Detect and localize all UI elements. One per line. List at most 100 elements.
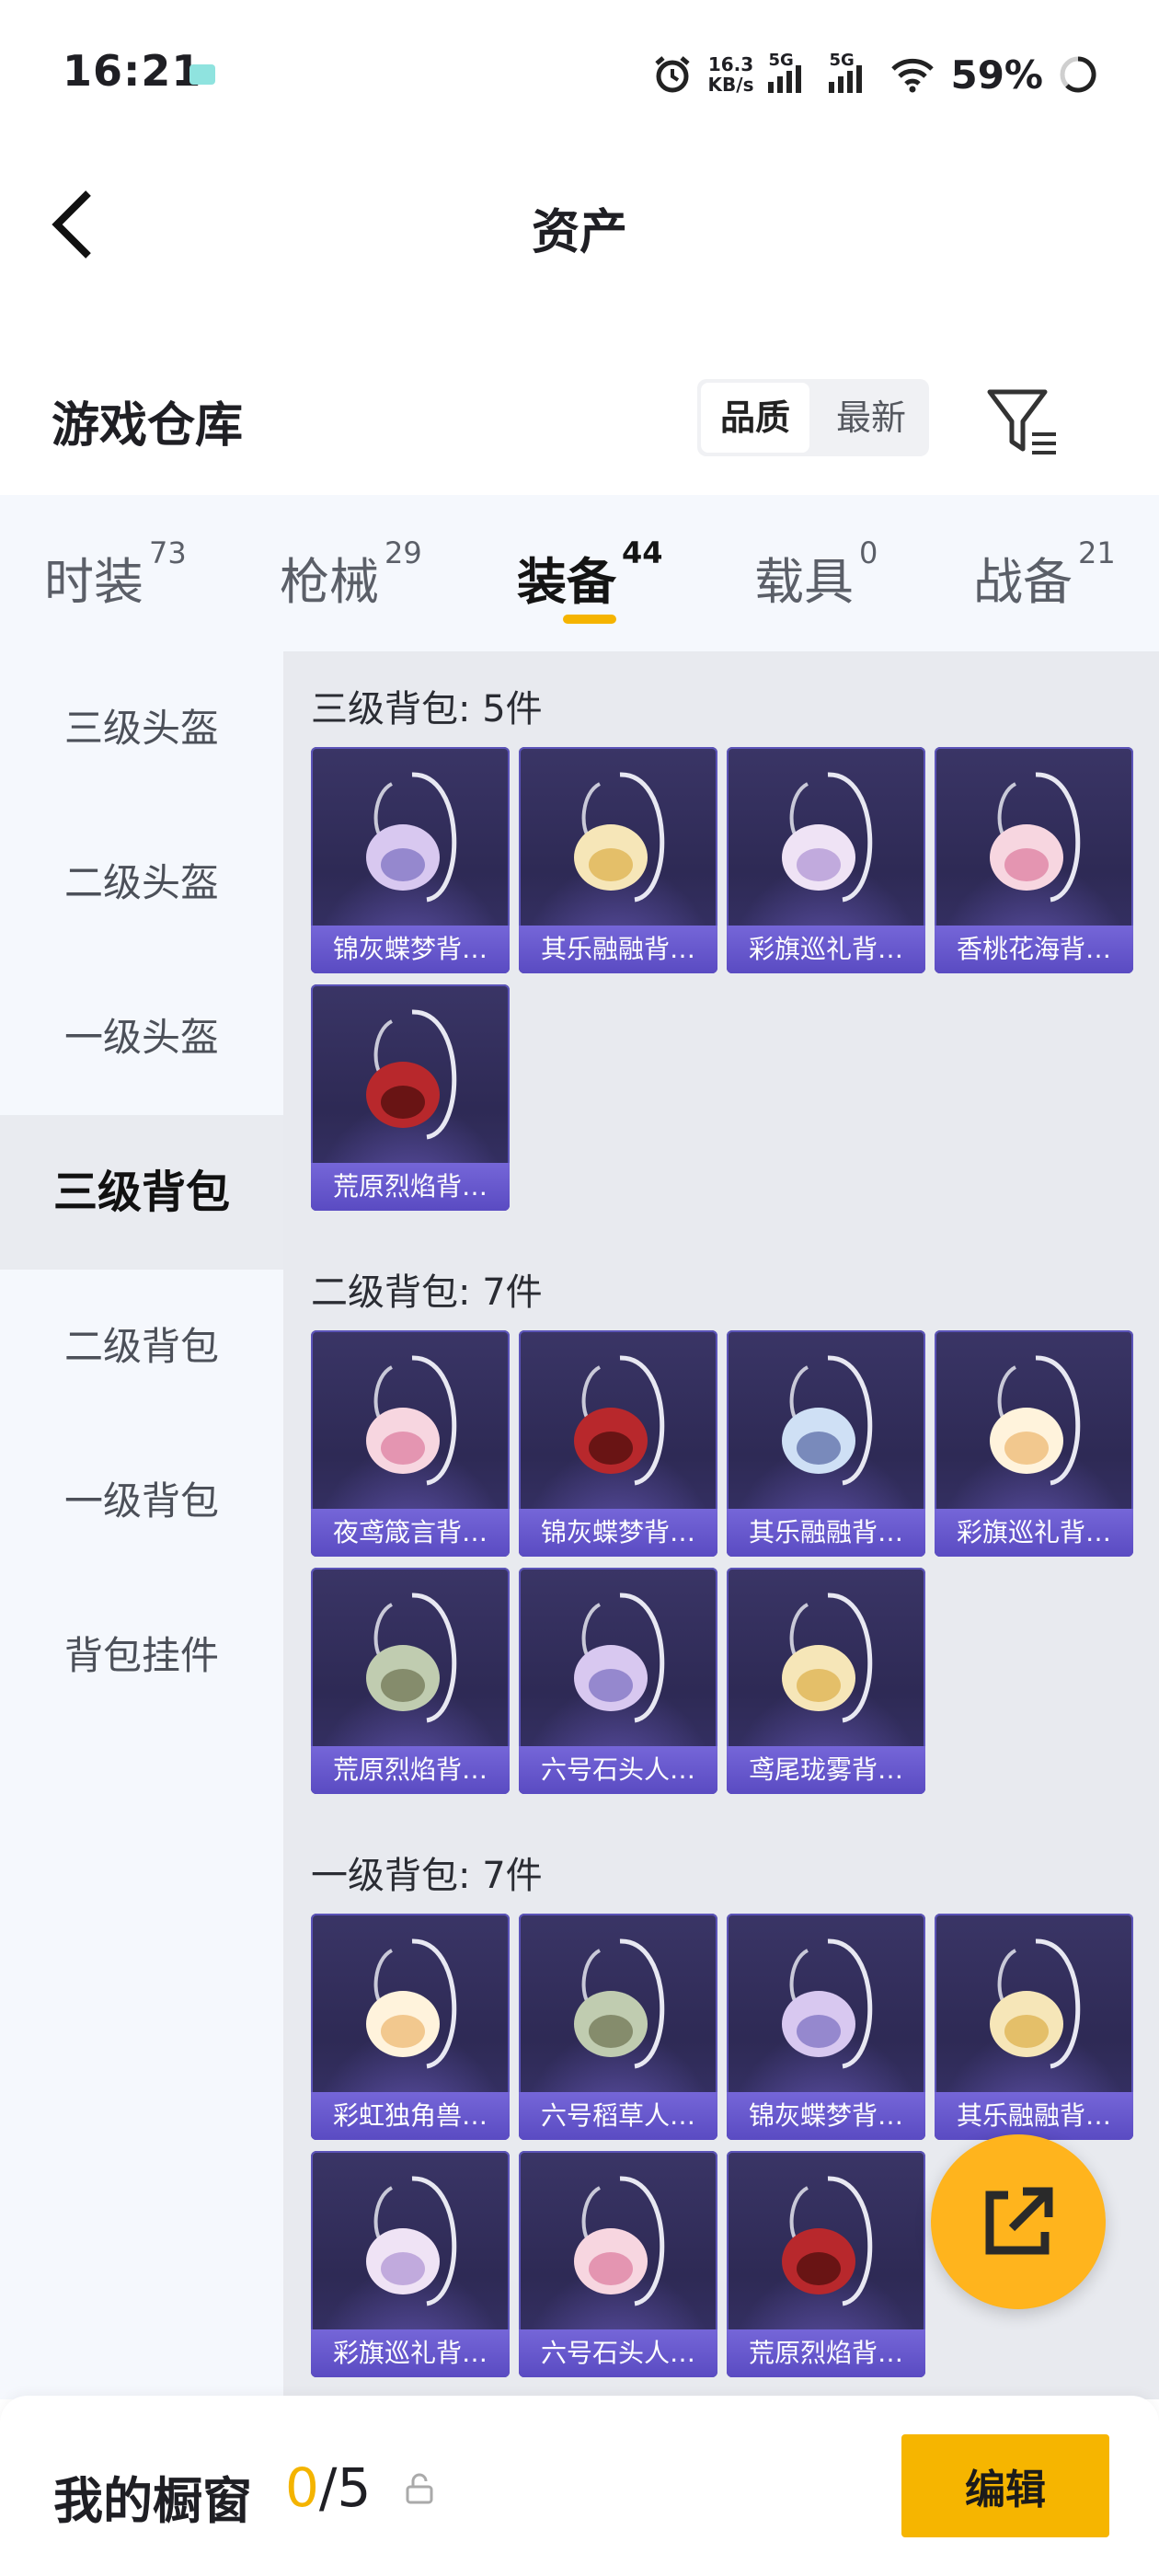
section-title: 三级背包: 5件 bbox=[311, 688, 543, 730]
sidebar-item-backpack-charm[interactable]: 背包挂件 bbox=[0, 1579, 283, 1733]
showcase-bar: 我的橱窗 0/5 编辑 bbox=[0, 2396, 1159, 2576]
tab-vehicles[interactable]: 载具 0 bbox=[754, 535, 878, 614]
sidebar-item-lv2-helmet[interactable]: 二级头盔 bbox=[0, 806, 283, 960]
app-header: 资产 bbox=[0, 147, 1159, 304]
item-name: 荒原烈焰背… bbox=[311, 1746, 510, 1794]
sidebar: 三级头盔 二级头盔 一级头盔 三级背包 二级背包 一级背包 背包挂件 bbox=[0, 651, 283, 2399]
backpack-icon bbox=[782, 1938, 873, 2069]
backpack-icon bbox=[574, 772, 665, 903]
item-name: 锦灰蝶梦背… bbox=[727, 2092, 925, 2140]
item-name: 夜鸢箴言背… bbox=[311, 1509, 510, 1557]
sort-quality[interactable]: 品质 bbox=[701, 383, 809, 453]
item-card[interactable]: 荒原烈焰背… bbox=[311, 984, 510, 1211]
backpack-icon bbox=[990, 1938, 1081, 2069]
warehouse-title: 游戏仓库 bbox=[52, 398, 244, 454]
backpack-icon bbox=[574, 2176, 665, 2306]
status-bar: 16:21 16.3 KB/s 5G 5G 59% bbox=[0, 0, 1159, 147]
tab-fashion[interactable]: 时装 73 bbox=[44, 535, 187, 614]
item-card[interactable]: 其乐融融背… bbox=[519, 747, 717, 973]
sidebar-item-lv1-backpack[interactable]: 一级背包 bbox=[0, 1424, 283, 1579]
item-card[interactable]: 彩旗巡礼背… bbox=[935, 1330, 1133, 1557]
sort-toggle: 品质 最新 bbox=[697, 379, 929, 456]
item-card[interactable]: 其乐融融背… bbox=[727, 1330, 925, 1557]
item-card[interactable]: 彩旗巡礼背… bbox=[311, 2151, 510, 2377]
item-name: 荒原烈焰背… bbox=[727, 2329, 925, 2377]
backpack-icon bbox=[782, 2176, 873, 2306]
item-name: 荒原烈焰背… bbox=[311, 1163, 510, 1211]
edit-button[interactable]: 编辑 bbox=[901, 2434, 1109, 2537]
warehouse-row: 游戏仓库 品质 最新 bbox=[0, 359, 1159, 478]
item-card[interactable]: 锦灰蝶梦背… bbox=[727, 1914, 925, 2140]
item-card[interactable]: 锦灰蝶梦背… bbox=[519, 1330, 717, 1557]
item-name: 六号稻草人… bbox=[519, 2092, 717, 2140]
signal-5g-icon-2: 5G bbox=[829, 51, 875, 93]
backpack-icon bbox=[366, 1355, 457, 1486]
sidebar-item-lv3-helmet[interactable]: 三级头盔 bbox=[0, 651, 283, 806]
item-name: 彩虹独角兽… bbox=[311, 2092, 510, 2140]
lock-icon bbox=[406, 2473, 433, 2504]
item-name: 锦灰蝶梦背… bbox=[519, 1509, 717, 1557]
item-name: 彩旗巡礼背… bbox=[311, 2329, 510, 2377]
sort-latest[interactable]: 最新 bbox=[817, 383, 925, 453]
active-tab-indicator bbox=[563, 615, 616, 624]
backpack-icon bbox=[366, 1938, 457, 2069]
item-card[interactable]: 其乐融融背… bbox=[935, 1914, 1133, 2140]
page-title: 资产 bbox=[531, 205, 627, 260]
item-card[interactable]: 彩旗巡礼背… bbox=[727, 747, 925, 973]
backpack-icon bbox=[782, 772, 873, 903]
share-icon bbox=[985, 2187, 1053, 2255]
backpack-icon bbox=[574, 1593, 665, 1723]
item-name: 其乐融融背… bbox=[727, 1509, 925, 1557]
item-card[interactable]: 荒原烈焰背… bbox=[311, 1568, 510, 1794]
share-button[interactable] bbox=[931, 2134, 1106, 2309]
item-card[interactable]: 鸢尾珑雾背… bbox=[727, 1568, 925, 1794]
tab-combat-gear[interactable]: 战备 21 bbox=[973, 535, 1116, 614]
item-name: 彩旗巡礼背… bbox=[935, 1509, 1133, 1557]
tab-guns[interactable]: 枪械 29 bbox=[280, 535, 422, 614]
filter-icon[interactable] bbox=[984, 386, 1067, 460]
status-icons: 16.3 KB/s 5G 5G 59% bbox=[651, 42, 1098, 107]
backpack-icon bbox=[990, 1355, 1081, 1486]
showcase-count: 0/5 bbox=[285, 2456, 372, 2519]
section-title: 二级背包: 7件 bbox=[311, 1271, 543, 1314]
item-name: 锦灰蝶梦背… bbox=[311, 926, 510, 973]
alarm-icon bbox=[654, 56, 690, 93]
item-card[interactable]: 锦灰蝶梦背… bbox=[311, 747, 510, 973]
item-name: 香桃花海背… bbox=[935, 926, 1133, 973]
sidebar-item-lv2-backpack[interactable]: 二级背包 bbox=[0, 1270, 283, 1424]
item-name: 鸢尾珑雾背… bbox=[727, 1746, 925, 1794]
item-name: 其乐融融背… bbox=[935, 2092, 1133, 2140]
backpack-icon bbox=[574, 1938, 665, 2069]
backpack-icon bbox=[782, 1355, 873, 1486]
item-card[interactable]: 六号石头人… bbox=[519, 1568, 717, 1794]
backpack-icon bbox=[782, 1593, 873, 1723]
backpack-icon bbox=[366, 1009, 457, 1140]
backpack-icon bbox=[366, 2176, 457, 2306]
item-card[interactable]: 荒原烈焰背… bbox=[727, 2151, 925, 2377]
status-time: 16:21 bbox=[63, 46, 202, 96]
backpack-icon bbox=[990, 772, 1081, 903]
item-card[interactable]: 香桃花海背… bbox=[935, 747, 1133, 973]
item-card[interactable]: 六号石头人… bbox=[519, 2151, 717, 2377]
notification-icon bbox=[189, 64, 215, 85]
item-card[interactable]: 六号稻草人… bbox=[519, 1914, 717, 2140]
backpack-icon bbox=[574, 1355, 665, 1486]
battery-percent: 59% bbox=[950, 52, 1043, 98]
item-name: 六号石头人… bbox=[519, 1746, 717, 1794]
sidebar-item-lv1-helmet[interactable]: 一级头盔 bbox=[0, 960, 283, 1115]
signal-5g-icon: 5G bbox=[768, 51, 814, 93]
network-speed: 16.3 KB/s bbox=[707, 53, 754, 96]
backpack-icon bbox=[366, 1593, 457, 1723]
tab-equipment[interactable]: 装备 44 bbox=[517, 535, 663, 614]
wifi-icon bbox=[891, 58, 935, 93]
category-tabs: 时装 73 枪械 29 装备 44 载具 0 战备 21 bbox=[0, 495, 1159, 651]
showcase-label: 我的橱窗 bbox=[53, 2472, 252, 2530]
sidebar-item-lv3-backpack[interactable]: 三级背包 bbox=[0, 1115, 283, 1270]
backpack-icon bbox=[366, 772, 457, 903]
item-card[interactable]: 彩虹独角兽… bbox=[311, 1914, 510, 2140]
item-name: 六号石头人… bbox=[519, 2329, 717, 2377]
item-name: 彩旗巡礼背… bbox=[727, 926, 925, 973]
section-title: 一级背包: 7件 bbox=[311, 1855, 543, 1897]
item-card[interactable]: 夜鸢箴言背… bbox=[311, 1330, 510, 1557]
battery-ring-icon bbox=[1060, 56, 1096, 93]
